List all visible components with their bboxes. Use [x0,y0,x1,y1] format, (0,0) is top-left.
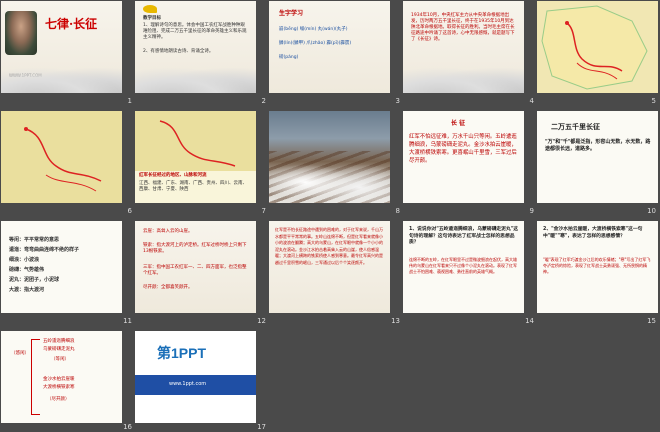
slide-thumbnail-17[interactable]: 第1PPT www.1ppt.com [135,331,256,423]
slide-number-9: 9 [529,207,534,215]
slide-number-10: 10 [647,207,656,215]
slide-thumbnail-4[interactable]: 1934年10月，中央红军主力从中央革命根据地出发，历时两万五千里长征，终于在1… [403,1,524,93]
slide-thumbnail-15[interactable]: 2、"金沙水拍云崖暖，大渡桥横铁索寒"这一句中"暖""寒"，表达了怎样的思想感情… [537,221,658,313]
definition-5: 泥丸：泥团子，小泥球 [9,277,60,283]
slide-number-7: 7 [261,207,266,215]
legend-places: 江西、福建、广东、湖南、广西、贵州、四川、云南、西康、甘肃、宁夏、陕西 [139,181,247,192]
slide-number-4: 4 [529,97,534,105]
question: 2、"金沙水拍云崖暖，大渡桥横铁索寒"这一句中"暖""寒"，表达了怎样的思想感情… [543,227,643,239]
slide-thumbnail-3[interactable]: 生字学习 崩(bēng) 岷(mín) 丸(wán)(丸子) 鳞(lín)(鳞甲… [269,1,390,93]
brand-logo: 第1PPT [157,345,207,361]
answer: "暖"表现了红军巧渡金沙江后的欢乐情绪；"寒"写出了红军飞夺泸定桥的惊险，表现了… [543,257,651,274]
item-5: 大渡桥横铁索寒 [43,385,75,390]
question: 1、说说你对"五岭逶迤腾细浪，乌蒙磅礴走泥丸"这句诗的理解？这句诗表达了红军战士… [409,227,519,245]
slide-thumbnail-10[interactable]: 二万五千里长征 "万"和"千"都是泛指，形容山无数，水无数，路途都很长远，道路多… [537,111,658,203]
slide-number-2: 2 [261,97,266,105]
item-1: 五岭逶迤腾细浪 [43,339,75,344]
slide-number-6: 6 [127,207,132,215]
poem-body: 红军不怕远征难，万水千山只等闲。五岭逶迤腾细浪，乌蒙磅礴走泥丸。金沙水拍云崖暖，… [409,134,517,164]
slide-text: 红军是不怕长征路途中遇到的困难的，对于红军来说，千山万水都是平平常常的事。五岭山… [275,227,383,265]
slide-text: "万"和"千"都是泛指，形容山无数，水无数，路途都很长远，道路多。 [545,139,651,152]
ink-mountains [1,67,122,93]
definition-2: 逶迤：弯弯曲曲连绵不绝的样子 [9,247,80,253]
slide-sorter-grid: 七律·长征 WWW.1PPT.COM 1 教学目标 1、理解诗句的意思。体会中国… [0,0,660,432]
slide-thumbnail-1[interactable]: 七律·长征 WWW.1PPT.COM [1,1,122,93]
slide-text: 1934年10月，中央红军主力从中央革命根据地出发，历时两万五千里长征，终于在1… [411,13,515,42]
slide-number-1: 1 [127,97,132,105]
poem-title: 长 征 [451,120,466,127]
definition-4: 磅礴：气势雄伟 [9,267,45,273]
ink-mountains [135,67,256,93]
slide-heading: 二万五千里长征 [551,123,600,131]
slide-thumbnail-2[interactable]: 教学目标 1、理解诗句的意思。体会中国工农红军战胜种种艰难险阻、完成二万五千里长… [135,1,256,93]
slide-heading: 教学目标 [143,16,161,21]
slide-number-15: 15 [647,317,656,325]
slide-line-2: 2、有感情地朗读古诗、背诵全诗。 [143,49,214,54]
slide-number-11: 11 [123,317,132,325]
slide-number-8: 8 [395,207,400,215]
slide-line-1: 1、理解诗句的意思。体会中国工农红军战胜种种艰难险阻、完成二万五千里长征的革命英… [143,23,247,40]
note-4: 尽开颜：全都喜笑颜开。 [143,285,193,290]
slide-thumbnail-14[interactable]: 1、说说你对"五岭逶迤腾细浪，乌蒙磅礴走泥丸"这句诗的理解？这句诗表达了红军战士… [403,221,524,313]
definition-6: 大渡：指大渡河 [9,287,45,293]
portrait [5,11,37,55]
slide-thumbnail-16[interactable]: （悠闲） 五岭逶迤腾细浪 乌蒙磅礴走泥丸 （等闲） 金沙水拍云崖暖 大渡桥横铁索… [1,331,122,423]
item-4: 金沙水拍云崖暖 [43,377,75,382]
note-3: 三军：指中国工农红军一、二、四方面军，也泛指整个红军。 [143,265,247,276]
slide-title: 七律·长征 [45,17,98,31]
slide-thumbnail-6[interactable] [1,111,122,203]
route-map [541,5,648,90]
slide-thumbnail-11[interactable]: 等闲：平平常常的意思 逶迤：弯弯曲曲连绵不绝的样子 细浪：小波浪 磅礴：气势雄伟… [1,221,122,313]
note-2: 铁索：指大渡河上的泸定桥。红军过桥时桥上只剩下13根铁索。 [143,243,247,254]
slide-number-12: 12 [257,317,266,325]
slide-number-14: 14 [525,317,534,325]
slide-thumbnail-9[interactable]: 长 征 红军不怕远征难，万水千山只等闲。五岭逶迤腾细浪，乌蒙磅礴走泥丸。金沙水拍… [403,111,524,203]
slide-thumbnail-8[interactable] [269,111,390,203]
slide-number-5: 5 [651,97,656,105]
route-map [1,111,122,203]
item-3: （等闲） [51,357,69,362]
slide-thumbnail-12[interactable]: 云崖：高耸入云的山崖。 铁索：指大渡河上的泸定桥。红军过桥时桥上只剩下13根铁索… [135,221,256,313]
slide-thumbnail-7[interactable]: 红军长征经过的地区、山脉和河流 江西、福建、广东、湖南、广西、贵州、四川、云南、… [135,111,256,203]
slide-number-13: 13 [391,317,400,325]
slide-number-17: 17 [257,423,266,431]
answer: 连绵不断的五岭，在红军眼里不过是微波细浪在起伏，高大雄伟的乌蒙山在红军看来只不过… [409,257,517,274]
ink-mountains [403,67,524,93]
bracket [31,339,40,415]
item-2: 乌蒙磅礴走泥丸 [43,347,75,352]
slide-thumbnail-5[interactable] [537,1,658,93]
slide-line-1: 崩(bēng) 岷(mín) 丸(wán)(丸子) [279,27,348,32]
slide-number-16: 16 [123,423,132,431]
note-1: 云崖：高耸入云的山崖。 [143,229,193,234]
snowfield-photo [269,151,390,203]
slide-line-2: 鳞(lín)(鳞甲) 爪(zhǎo) 霹(pī)(霹雳) [279,41,352,46]
slide-line-3: 磅(páng) [279,55,299,60]
slide-heading: 生字学习 [279,10,304,17]
definition-1: 等闲：平平常常的意思 [9,237,60,243]
center-label: （悠闲） [11,351,29,356]
site-url: www.1ppt.com [169,381,207,387]
legend-title: 红军长征经过的地区、山脉和河流 [139,173,207,178]
slide-thumbnail-13[interactable]: 红军是不怕长征路途中遇到的困难的，对于红军来说，千山万水都是平平常常的事。五岭山… [269,221,390,313]
item-6: （尽开颜） [47,397,70,402]
bird-icon [143,5,157,13]
definition-3: 细浪：小波浪 [9,257,40,263]
slide-number-3: 3 [395,97,400,105]
